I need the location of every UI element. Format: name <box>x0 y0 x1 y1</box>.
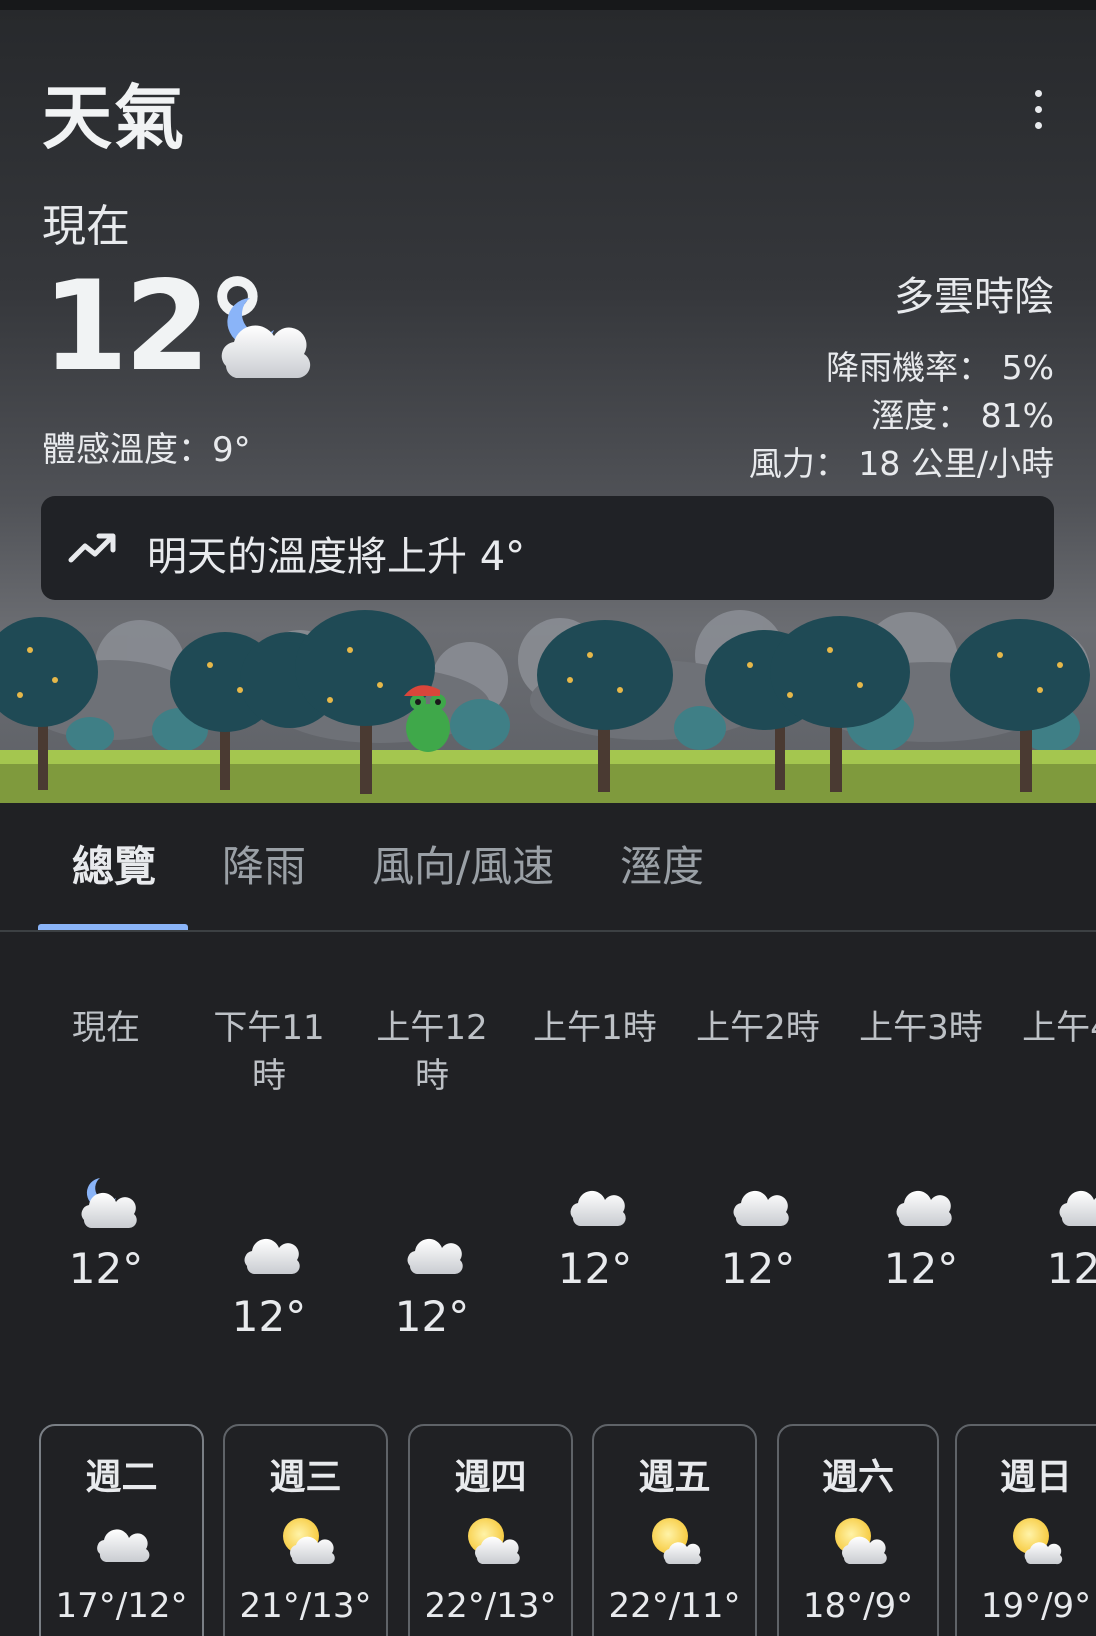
day-name: 週四 <box>454 1457 527 1498</box>
more-vert-icon-dot <box>1035 122 1042 129</box>
day-card-tuesday[interactable]: 週二 17°/12° <box>39 1424 204 1636</box>
wind-speed: 風力： 18 公里/小時 <box>748 444 1054 483</box>
current-weather-panel: 天氣 現在 12° 體感溫度：9° 多雲時陰 降雨機率： 5% 溼度： 81% … <box>0 10 1096 803</box>
hour-temp: 12° <box>231 1292 307 1341</box>
cloudy-icon <box>570 1190 626 1226</box>
day-name: 週三 <box>269 1457 342 1498</box>
feels-like: 體感溫度：9° <box>42 430 251 470</box>
temperature-trend-banner[interactable]: 明天的溫度將上升 4° <box>41 496 1054 600</box>
trending-up-icon <box>68 533 116 563</box>
day-card-friday[interactable]: 週五 22°/11° <box>592 1424 757 1636</box>
hour-label: 上午3時 <box>859 1008 983 1048</box>
cloudy-icon <box>96 1529 149 1563</box>
hourly-item: 上午4時 12° <box>1004 1004 1096 1293</box>
hourly-item: 下午11 時 12° <box>189 1004 349 1341</box>
partly-sunny-icon <box>1013 1518 1063 1565</box>
day-name: 週二 <box>85 1457 158 1498</box>
hour-label: 上午1時 <box>533 1008 657 1048</box>
partly-sunny-icon <box>835 1518 887 1565</box>
day-card-sunday[interactable]: 週日 19°/9° <box>955 1424 1096 1636</box>
hourly-item: 上午1時 12° <box>515 1004 675 1293</box>
hour-label: 下午11 時 <box>213 1008 325 1096</box>
day-temps: 22°/13° <box>424 1586 557 1626</box>
hour-temp: 12° <box>557 1244 633 1293</box>
day-temps: 18°/9° <box>802 1586 914 1626</box>
conditions-block: 多雲時陰 降雨機率： 5% 溼度： 81% 風力： 18 公里/小時 <box>749 264 1054 488</box>
tab-bar: 總覽 降雨 風向/風速 溼度 <box>0 803 1096 932</box>
day-card-thursday[interactable]: 週四 22°/13° <box>408 1424 573 1636</box>
daily-forecast: 週二 17°/12° 週三 21°/13° 週四 22°/13° 週五 22°/… <box>0 1420 1096 1636</box>
day-temps: 19°/9° <box>980 1586 1092 1626</box>
day-temps: 21°/13° <box>239 1586 372 1626</box>
hour-label: 上午12 時 <box>376 1008 488 1096</box>
day-card-wednesday[interactable]: 週三 21°/13° <box>223 1424 388 1636</box>
hour-label: 現在 <box>72 1008 140 1048</box>
day-name: 週日 <box>999 1457 1072 1498</box>
active-tab-indicator <box>38 924 188 930</box>
hour-label: 上午2時 <box>696 1008 820 1048</box>
hour-temp: 12° <box>1046 1244 1096 1293</box>
tab-overview[interactable]: 總覽 <box>72 833 156 894</box>
tab-humidity[interactable]: 溼度 <box>620 833 704 894</box>
more-options-button[interactable] <box>1020 82 1056 136</box>
hour-temp: 12° <box>394 1292 470 1341</box>
partly-sunny-icon <box>282 1518 335 1565</box>
partly-sunny-icon <box>467 1518 520 1565</box>
hour-temp: 12° <box>883 1244 959 1293</box>
hourly-item: 現在 12° <box>26 1004 186 1293</box>
partly-cloudy-night-icon <box>81 1178 137 1228</box>
hourly-item: 上午3時 12° <box>841 1004 1001 1293</box>
more-vert-icon <box>1035 90 1042 97</box>
cloudy-icon <box>1059 1190 1096 1226</box>
current-label: 現在 <box>42 201 130 252</box>
day-name: 週六 <box>821 1457 894 1498</box>
cloudy-icon <box>733 1190 789 1226</box>
hourly-item: 上午12 時 12° <box>352 1004 512 1341</box>
app-title: 天氣 <box>42 77 186 159</box>
precipitation-chance: 降雨機率： 5% <box>826 348 1054 387</box>
status-bar <box>0 0 1096 10</box>
cloudy-icon <box>407 1238 463 1274</box>
cloudy-icon <box>244 1238 300 1274</box>
humidity-value: 溼度： 81% <box>871 396 1054 435</box>
cloudy-icon <box>896 1190 952 1226</box>
trend-text: 明天的溫度將上升 4° <box>147 534 526 580</box>
partly-cloudy-night-icon <box>221 298 311 379</box>
day-temps: 17°/12° <box>55 1586 188 1626</box>
day-name: 週五 <box>638 1457 711 1498</box>
hour-temp: 12° <box>720 1244 796 1293</box>
day-temps: 22°/11° <box>608 1586 741 1626</box>
hourly-forecast[interactable]: 現在 12° 下午11 時 12° 上午12 時 12° 上午1時 12° 上午… <box>0 932 1096 1372</box>
day-card-saturday[interactable]: 週六 18°/9° <box>777 1424 939 1636</box>
weather-scene-illustration <box>0 610 1096 803</box>
condition-text: 多雲時陰 <box>894 274 1054 320</box>
more-vert-icon-dot <box>1035 106 1042 113</box>
partly-sunny-icon <box>651 1518 701 1565</box>
hour-label: 上午4時 <box>1022 1008 1096 1048</box>
hour-temp: 12° <box>68 1244 144 1293</box>
hourly-item: 上午2時 12° <box>678 1004 838 1293</box>
tab-wind[interactable]: 風向/風速 <box>372 833 554 894</box>
tab-precipitation[interactable]: 降雨 <box>222 833 306 894</box>
